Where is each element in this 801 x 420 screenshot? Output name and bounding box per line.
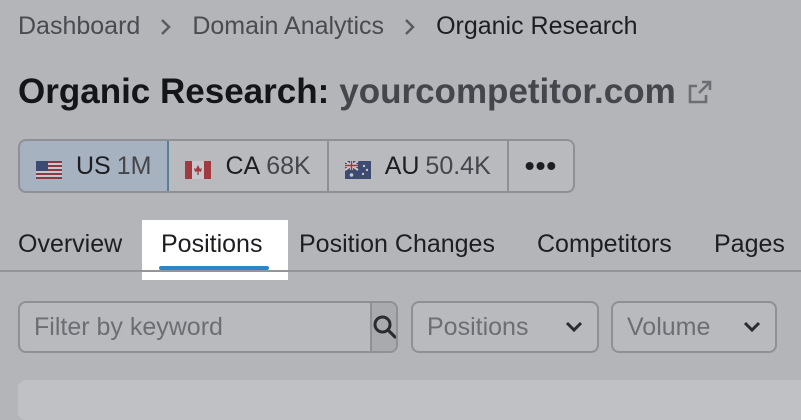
au-flag-icon <box>344 157 371 179</box>
tab-overview[interactable]: Overview <box>18 230 122 259</box>
external-link-icon[interactable] <box>686 78 714 106</box>
chevron-right-icon <box>404 18 416 36</box>
database-count: 1M <box>116 151 152 180</box>
tab-bar: Overview Positions Position Changes Comp… <box>0 218 801 272</box>
search-button[interactable] <box>370 303 396 351</box>
database-ca-button[interactable]: CA 68K <box>169 141 329 191</box>
tab-competitors[interactable]: Competitors <box>537 230 672 259</box>
keyword-filter <box>18 301 398 353</box>
tab-pages[interactable]: Pages <box>714 230 785 259</box>
results-panel <box>18 380 801 420</box>
database-code: US <box>76 151 111 180</box>
more-databases-button[interactable]: ••• <box>509 141 573 191</box>
database-code: AU <box>384 151 420 180</box>
breadcrumb: Dashboard Domain Analytics Organic Resea… <box>18 12 638 41</box>
tab-position-changes[interactable]: Position Changes <box>299 230 495 259</box>
chevron-down-icon <box>565 321 583 333</box>
ca-flag-icon <box>185 157 212 179</box>
volume-dropdown[interactable]: Volume <box>611 301 777 353</box>
page-title-label: Organic Research: <box>18 72 330 111</box>
volume-dropdown-label: Volume <box>627 312 711 341</box>
page-title: Organic Research: yourcompetitor.com <box>18 72 714 112</box>
database-au-button[interactable]: AU 50.4K <box>329 141 509 191</box>
chevron-right-icon <box>160 18 172 36</box>
domain-name: yourcompetitor.com <box>339 72 676 111</box>
positions-dropdown[interactable]: Positions <box>411 301 599 353</box>
breadcrumb-item-domain-analytics[interactable]: Domain Analytics <box>192 12 384 41</box>
database-count: 68K <box>266 151 311 180</box>
chevron-down-icon <box>743 321 761 333</box>
search-icon <box>373 315 396 339</box>
breadcrumb-item-organic-research: Organic Research <box>436 12 638 40</box>
us-flag-icon <box>36 157 62 179</box>
breadcrumb-item-dashboard[interactable]: Dashboard <box>18 12 140 41</box>
positions-dropdown-label: Positions <box>427 312 529 341</box>
tab-positions[interactable]: Positions <box>161 230 262 259</box>
database-selector: US 1M CA 68K AU 50.4K ••• <box>18 139 576 193</box>
keyword-filter-input[interactable] <box>20 303 370 351</box>
database-count: 50.4K <box>425 151 491 180</box>
database-code: CA <box>225 151 261 180</box>
active-tab-indicator <box>159 266 269 270</box>
database-us-button[interactable]: US 1M <box>20 141 170 191</box>
